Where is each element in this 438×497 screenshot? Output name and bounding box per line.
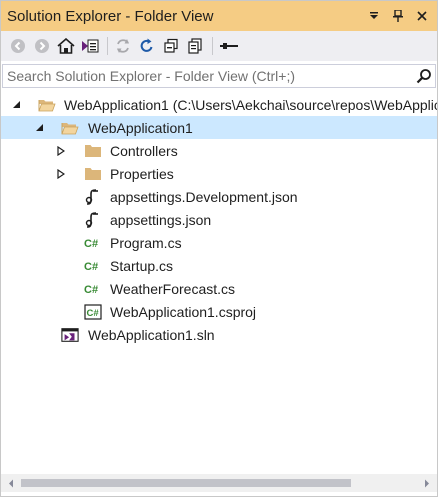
tree-item-root-folder[interactable]: WebApplication1 (C:\Users\Aekchai\source… [1,93,437,116]
tree-item-label: Controllers [110,142,178,159]
tree-item-program-cs[interactable]: C# Program.cs [1,231,437,254]
toolbar-separator [212,37,213,55]
toolbar-separator [107,37,108,55]
folder-icon [84,165,102,183]
search-icon[interactable] [413,65,435,87]
tree-item-appsettings-development[interactable]: appsettings.Development.json [1,185,437,208]
horizontal-scrollbar[interactable] [1,474,437,492]
tree-item-sln[interactable]: WebApplication1.sln [1,323,437,346]
tree-item-appsettings[interactable]: appsettings.json [1,208,437,231]
search-box [2,64,436,88]
collapse-all-icon[interactable] [160,35,182,57]
toolbar [1,31,437,61]
svg-text:C#: C# [84,261,98,272]
tree-item-controllers[interactable]: Controllers [1,139,437,162]
tree-item-label: WebApplication1.sln [88,326,215,343]
svg-text:C#: C# [84,284,98,295]
tree-item-properties[interactable]: Properties [1,162,437,185]
tree-item-label: Properties [110,165,174,182]
tree-item-startup-cs[interactable]: C# Startup.cs [1,254,437,277]
tree-item-csproj[interactable]: C# WebApplication1.csproj [1,300,437,323]
tree-item-label: WebApplication1 [88,119,193,136]
title-bar: Solution Explorer - Folder View [1,1,437,31]
json-file-icon [84,211,102,229]
search-input[interactable] [3,65,413,87]
scroll-right-icon[interactable] [419,474,435,492]
refresh-icon[interactable] [136,35,158,57]
scrollbar-thumb[interactable] [21,479,351,487]
folder-open-icon [38,96,56,114]
forward-icon[interactable] [31,35,53,57]
chevron-down-icon[interactable] [365,6,383,26]
pin-icon[interactable] [389,6,407,26]
home-icon[interactable] [55,35,77,57]
solution-explorer-window: Solution Explorer - Folder View Search S… [0,0,438,497]
collapsed-arrow-icon[interactable] [55,145,67,157]
properties-icon[interactable] [217,35,241,57]
sync-icon[interactable] [112,35,134,57]
expanded-arrow-icon[interactable] [10,99,22,111]
svg-text:C#: C# [84,238,98,249]
csharp-file-icon: C# [84,280,102,298]
tree-item-label: appsettings.Development.json [110,188,298,205]
tree-item-label: Program.cs [110,234,182,251]
tree-item-label: appsettings.json [110,211,212,228]
tree-item-label: Startup.cs [110,257,174,274]
window-title: Solution Explorer - Folder View [7,7,214,25]
back-icon[interactable] [7,35,29,57]
csharp-file-icon: C# [84,257,102,275]
tree-item-label: WebApplication1.csproj [110,303,257,320]
svg-text:C#: C# [87,308,100,319]
expanded-arrow-icon[interactable] [33,122,45,134]
tree-item-label: WeatherForecast.cs [110,280,236,297]
solution-file-icon [61,326,79,344]
json-file-icon [84,188,102,206]
folder-icon [84,142,102,160]
close-icon[interactable] [413,6,431,26]
tree-item-label: WebApplication1 (C:\Users\Aekchai\source… [64,96,437,113]
show-all-files-icon[interactable] [184,35,206,57]
tree-item-project-folder[interactable]: WebApplication1 [1,116,437,139]
folder-open-icon [61,119,79,137]
switch-views-icon[interactable] [79,35,101,57]
tree-item-weatherforecast-cs[interactable]: C# WeatherForecast.cs [1,277,437,300]
csproj-file-icon: C# [84,303,102,321]
csharp-file-icon: C# [84,234,102,252]
scroll-left-icon[interactable] [3,474,19,492]
collapsed-arrow-icon[interactable] [55,168,67,180]
